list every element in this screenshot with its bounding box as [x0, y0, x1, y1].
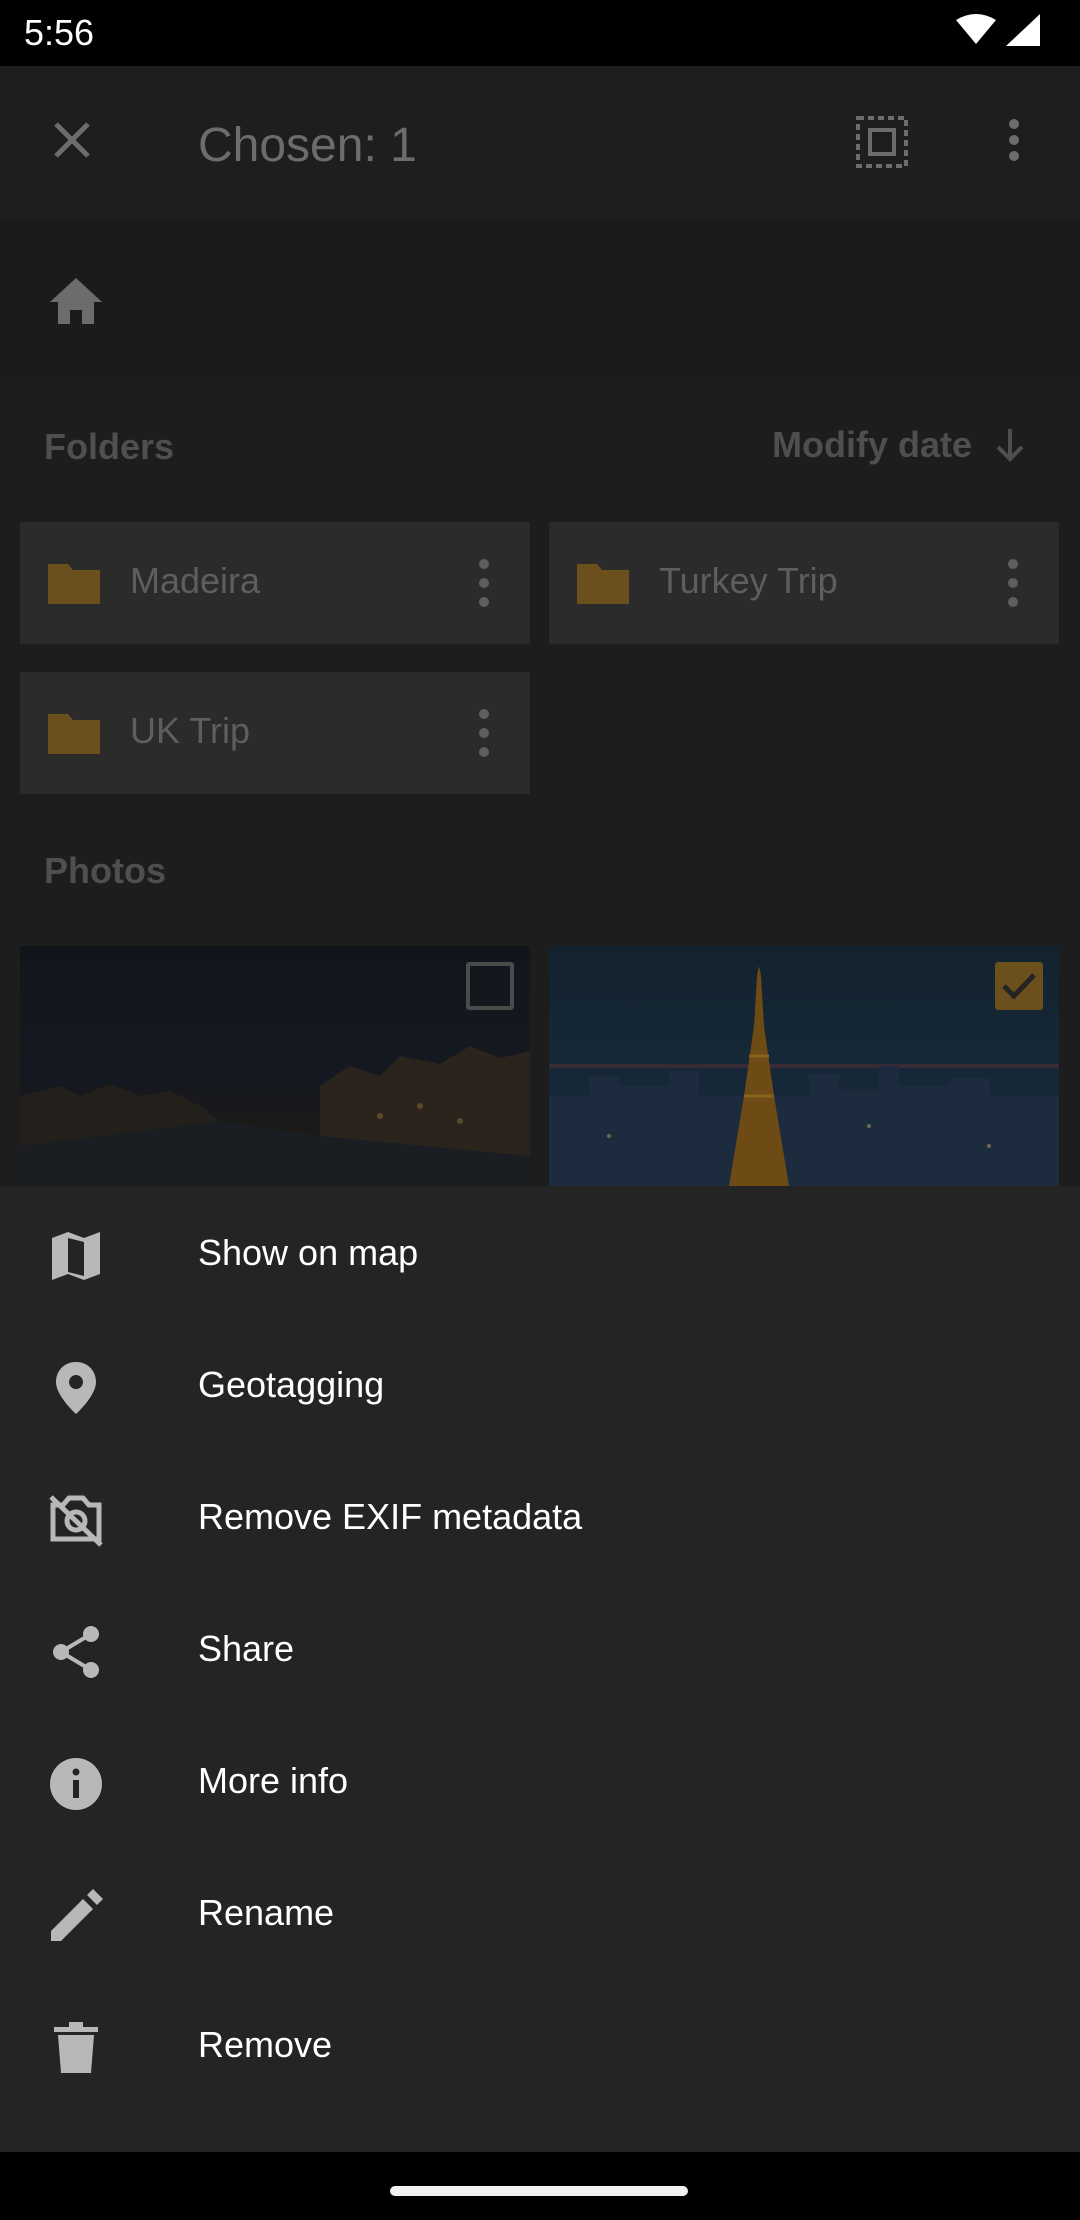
menu-item-remove-exif[interactable]: Remove EXIF metadata — [0, 1450, 1080, 1582]
pencil-icon — [46, 1886, 106, 1946]
menu-item-geotagging[interactable]: Geotagging — [0, 1318, 1080, 1450]
no-camera-icon — [46, 1490, 106, 1550]
menu-item-label: Show on map — [198, 1232, 419, 1273]
status-bar: 5:56 — [0, 0, 1080, 66]
menu-item-label: Rename — [198, 1892, 335, 1933]
menu-item-label: More info — [198, 1760, 349, 1801]
menu-item-label: Remove EXIF metadata — [198, 1496, 583, 1537]
folder-name: UK Trip — [130, 710, 251, 751]
menu-item-label: Geotagging — [198, 1364, 385, 1405]
breadcrumb — [0, 220, 1080, 376]
folder-icon — [48, 564, 100, 604]
photo-checkbox[interactable] — [466, 962, 514, 1010]
navigation-bar — [0, 2152, 1080, 2220]
signal-icon — [1006, 14, 1040, 46]
menu-item-share[interactable]: Share — [0, 1582, 1080, 1714]
photos-section-title: Photos — [44, 850, 166, 891]
gallery-screen: Chosen: 1 Folders Modify date Madeira Tu… — [0, 66, 1080, 1186]
arrow-down-icon — [996, 429, 1024, 462]
menu-item-rename[interactable]: Rename — [0, 1846, 1080, 1978]
selection-count-title: Chosen: 1 — [198, 119, 417, 172]
close-icon[interactable] — [48, 116, 96, 164]
actions-bottom-sheet: Show on map Geotagging Remove EXIF metad… — [0, 1186, 1080, 2152]
folder-card[interactable]: UK Trip — [20, 672, 530, 794]
location-pin-icon — [46, 1358, 106, 1418]
folder-card[interactable]: Madeira — [20, 522, 530, 644]
trash-icon — [46, 2018, 106, 2078]
menu-item-show-on-map[interactable]: Show on map — [0, 1186, 1080, 1318]
folder-name: Madeira — [130, 560, 261, 601]
folder-icon — [48, 714, 100, 754]
folder-more-icon[interactable] — [476, 558, 492, 608]
sort-label: Modify date — [771, 424, 972, 465]
more-options-icon[interactable] — [990, 116, 1038, 164]
home-icon[interactable] — [48, 276, 104, 326]
menu-item-label: Remove — [198, 2024, 333, 2065]
menu-item-more-info[interactable]: More info — [0, 1714, 1080, 1846]
folder-icon — [577, 564, 629, 604]
photo-thumbnail-paris[interactable] — [549, 946, 1059, 1186]
home-gesture-handle[interactable] — [390, 2186, 688, 2196]
share-icon — [46, 1622, 106, 1682]
folders-section-title: Folders — [44, 426, 175, 467]
wifi-icon — [956, 14, 996, 44]
folder-name: Turkey Trip — [659, 560, 838, 601]
select-all-icon[interactable] — [854, 114, 910, 170]
status-time: 5:56 — [24, 12, 95, 53]
status-icons — [956, 14, 1040, 46]
folder-card[interactable]: Turkey Trip — [549, 522, 1059, 644]
selection-toolbar: Chosen: 1 — [0, 66, 1080, 220]
sort-selector[interactable]: Modify date — [772, 424, 1030, 466]
photo-checkbox-checked[interactable] — [995, 962, 1043, 1010]
info-icon — [46, 1754, 106, 1814]
city-canal-image — [20, 1046, 530, 1186]
map-icon — [46, 1226, 106, 1286]
check-icon — [1002, 973, 1036, 1000]
folder-more-icon[interactable] — [1005, 558, 1021, 608]
folder-more-icon[interactable] — [476, 708, 492, 758]
eiffel-tower-image — [549, 966, 1059, 1186]
photo-thumbnail-venice[interactable] — [20, 946, 530, 1186]
menu-item-remove[interactable]: Remove — [0, 1978, 1080, 2110]
menu-item-label: Share — [198, 1628, 295, 1669]
